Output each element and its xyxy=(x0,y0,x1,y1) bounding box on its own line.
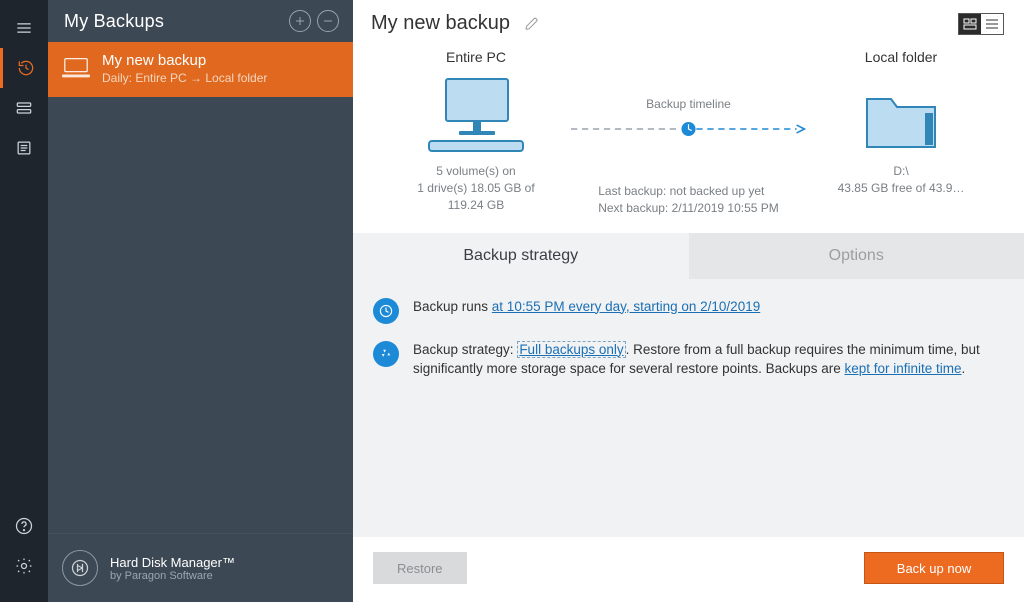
tab-body-strategy: Backup runs at 10:55 PM every day, start… xyxy=(353,279,1024,537)
restore-button[interactable]: Restore xyxy=(373,552,467,584)
next-backup-text: Next backup: 2/11/2019 10:55 PM xyxy=(598,200,779,217)
source-meta-2: 1 drive(s) 18.05 GB of xyxy=(417,180,534,197)
strategy-mode-link[interactable]: Full backups only xyxy=(517,341,625,358)
clock-icon xyxy=(373,298,399,324)
schedule-link[interactable]: at 10:55 PM every day, starting on 2/10/… xyxy=(492,299,760,314)
backup-item-title: My new backup xyxy=(102,52,267,69)
source-column: Entire PC 5 volume(s) on 1 drive(s) 18.0… xyxy=(381,49,571,213)
brand-logo-icon xyxy=(62,550,98,586)
tabs: Backup strategy Options xyxy=(353,233,1024,279)
view-toggle xyxy=(958,13,1004,35)
remove-backup-button[interactable] xyxy=(317,10,339,32)
backup-strategy-text: Backup strategy: Full backups only. Rest… xyxy=(413,340,1004,379)
list-icon[interactable] xyxy=(0,128,48,168)
history-icon[interactable] xyxy=(0,48,48,88)
settings-icon[interactable] xyxy=(0,546,48,586)
backup-now-button[interactable]: Back up now xyxy=(864,552,1004,584)
recycle-icon xyxy=(373,341,399,367)
main-panel: My new backup Entire PC xyxy=(353,0,1024,602)
tab-options[interactable]: Options xyxy=(689,233,1024,279)
source-meta-3: 119.24 GB xyxy=(417,197,534,214)
sidebar-title: My Backups xyxy=(64,11,289,32)
sidebar: My Backups My new backup Daily: Entire P… xyxy=(48,0,353,602)
add-backup-button[interactable] xyxy=(289,10,311,32)
dest-meta-1: D:\ xyxy=(838,163,965,180)
source-meta-1: 5 volume(s) on xyxy=(417,163,534,180)
brand-line1: Hard Disk Manager™ xyxy=(110,555,235,570)
view-cards-button[interactable] xyxy=(959,14,981,34)
retention-link[interactable]: kept for infinite time xyxy=(844,361,961,376)
page-title: My new backup xyxy=(371,12,510,35)
pc-icon xyxy=(62,56,90,80)
branding: Hard Disk Manager™ by Paragon Software xyxy=(48,533,353,602)
pc-illustration xyxy=(421,75,531,153)
folder-illustration xyxy=(861,75,941,153)
tab-backup-strategy[interactable]: Backup strategy xyxy=(353,233,689,279)
dest-column: Local folder D:\ 43.85 GB free of 43.9… xyxy=(806,49,996,197)
edit-icon[interactable] xyxy=(524,16,540,32)
timeline-label: Backup timeline xyxy=(646,97,731,111)
last-backup-text: Last backup: not backed up yet xyxy=(598,183,779,200)
footer: Restore Back up now xyxy=(353,537,1024,602)
backup-runs-text: Backup runs at 10:55 PM every day, start… xyxy=(413,297,760,317)
timeline-column: Backup timeline Last backup: not backed … xyxy=(571,49,806,217)
nav-iconbar xyxy=(0,0,48,602)
brand-line2: by Paragon Software xyxy=(110,570,235,582)
backup-diagram: Entire PC 5 volume(s) on 1 drive(s) 18.0… xyxy=(353,43,1024,227)
view-list-button[interactable] xyxy=(981,14,1003,34)
dest-meta-2: 43.85 GB free of 43.9… xyxy=(838,180,965,197)
dest-title: Local folder xyxy=(865,49,937,65)
menu-icon[interactable] xyxy=(0,8,48,48)
backup-list-item[interactable]: My new backup Daily: Entire PC → Local f… xyxy=(48,42,353,97)
backup-item-subtitle: Daily: Entire PC → Local folder xyxy=(102,71,267,85)
source-title: Entire PC xyxy=(446,49,506,65)
drives-icon[interactable] xyxy=(0,88,48,128)
timeline-graphic xyxy=(571,119,806,139)
help-icon[interactable] xyxy=(0,506,48,546)
